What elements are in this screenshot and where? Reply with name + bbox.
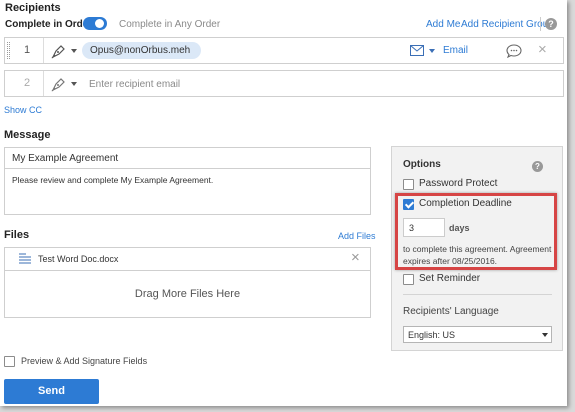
help-icon[interactable]: ? (545, 18, 557, 30)
delivery-method[interactable]: Email (443, 45, 468, 56)
envelope-icon[interactable] (410, 45, 424, 56)
signer-role-icon[interactable] (51, 43, 67, 59)
private-message-icon[interactable] (506, 44, 522, 58)
add-me-link[interactable]: Add Me (426, 19, 460, 30)
set-reminder-option[interactable]: Set Reminder (403, 273, 543, 287)
recipient-number: 2 (24, 77, 31, 89)
files-title: Files (4, 229, 30, 241)
recipients-language-label: Recipients' Language (403, 306, 499, 317)
divider (540, 17, 541, 31)
send-agreement-page: Recipients Complete in Order Complete in… (0, 0, 567, 406)
agreement-name-input[interactable]: My Example Agreement (4, 147, 371, 169)
highlight-frame (395, 193, 557, 270)
message-title: Message (4, 129, 51, 141)
password-protect-option[interactable]: Password Protect (403, 178, 543, 192)
drag-handle-icon[interactable] (7, 42, 10, 59)
set-reminder-label: Set Reminder (419, 273, 481, 284)
complete-in-order-label: Complete in Order (5, 19, 93, 30)
preview-option[interactable]: Preview & Add Signature Fields (4, 355, 254, 369)
recipient-email-chip[interactable]: Opus@nonOrbus.meh (82, 42, 201, 59)
divider (43, 71, 44, 96)
agreement-name: My Example Agreement (12, 153, 119, 164)
password-protect-label: Password Protect (419, 178, 498, 189)
preview-checkbox[interactable] (4, 356, 15, 367)
set-reminder-checkbox[interactable] (403, 274, 414, 285)
show-cc-link[interactable]: Show CC (4, 105, 42, 115)
message-body: Please review and complete My Example Ag… (12, 175, 214, 185)
close-icon[interactable]: × (351, 250, 360, 266)
add-files-link[interactable]: Add Files (338, 231, 376, 241)
preview-label: Preview & Add Signature Fields (21, 356, 148, 366)
divider (403, 294, 552, 295)
recipient-email-input[interactable]: Enter recipient email (89, 79, 180, 90)
recipient-row-1[interactable]: 1 Opus@nonOrbus.meh Email × (4, 37, 564, 64)
options-title: Options (403, 159, 441, 170)
file-drop-zone[interactable]: Drag More Files Here (4, 270, 371, 318)
recipient-number: 1 (24, 44, 31, 56)
chevron-down-icon (542, 333, 548, 337)
toggle-knob (95, 19, 104, 28)
document-icon (19, 253, 31, 264)
close-icon[interactable]: × (538, 42, 547, 58)
message-textarea[interactable]: Please review and complete My Example Ag… (4, 168, 371, 215)
file-name: Test Word Doc.docx (38, 254, 119, 264)
language-value: English: US (408, 330, 456, 340)
chevron-down-icon[interactable] (71, 82, 77, 86)
file-row: Test Word Doc.docx × (4, 247, 371, 271)
language-select[interactable]: English: US (403, 326, 552, 343)
drop-zone-label: Drag More Files Here (134, 288, 241, 300)
order-toggle[interactable] (83, 17, 107, 30)
chevron-down-icon[interactable] (71, 49, 77, 53)
recipients-title: Recipients (5, 2, 61, 14)
help-icon[interactable]: ? (532, 161, 543, 172)
send-button[interactable]: Send (4, 379, 99, 404)
recipient-row-2[interactable]: 2 Enter recipient email (4, 70, 564, 97)
divider (43, 38, 44, 63)
password-protect-checkbox[interactable] (403, 179, 414, 190)
signer-role-icon[interactable] (51, 76, 67, 92)
complete-in-any-order-label: Complete in Any Order (119, 19, 221, 30)
recipient-email: Opus@nonOrbus.meh (90, 45, 191, 56)
chevron-down-icon[interactable] (429, 49, 435, 53)
